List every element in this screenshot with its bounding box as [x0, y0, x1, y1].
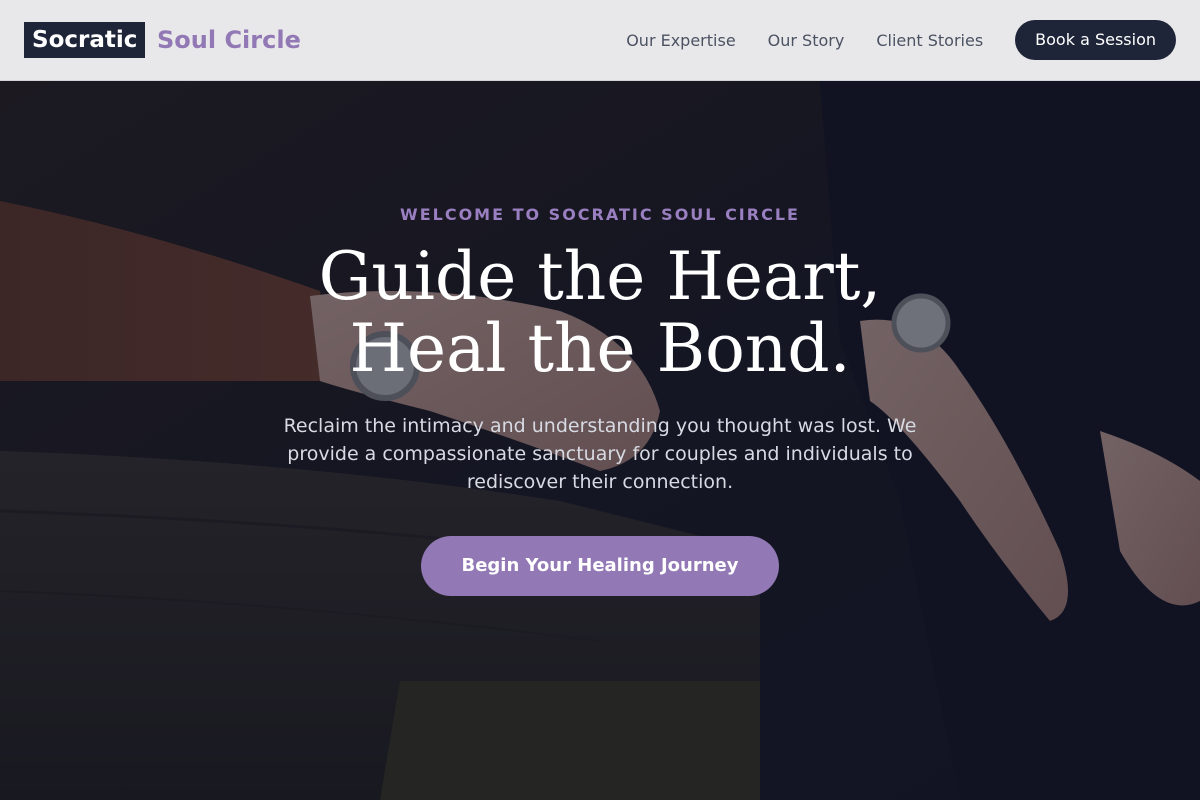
hero-headline: Guide the Heart, Heal the Bond. [0, 241, 1200, 385]
begin-journey-button[interactable]: Begin Your Healing Journey [421, 536, 779, 596]
book-session-button[interactable]: Book a Session [1015, 20, 1176, 60]
hero-headline-line-2: Heal the Bond. [349, 310, 851, 387]
hero-headline-line-1: Guide the Heart, [318, 238, 882, 315]
nav-link-client-stories[interactable]: Client Stories [876, 31, 983, 50]
logo-text[interactable]: Soul Circle [157, 22, 301, 58]
nav-link-our-story[interactable]: Our Story [768, 31, 845, 50]
hero-eyebrow: WELCOME TO SOCRATIC SOUL CIRCLE [400, 205, 800, 224]
site-header: Socratic Soul Circle Our Expertise Our S… [0, 0, 1200, 81]
logo-mark[interactable]: Socratic [24, 22, 146, 58]
hero-section: WELCOME TO SOCRATIC SOUL CIRCLE Guide th… [0, 81, 1200, 800]
main-nav: Our Expertise Our Story Client Stories B… [626, 20, 1176, 60]
nav-link-our-expertise[interactable]: Our Expertise [626, 31, 735, 50]
hero-subtext: Reclaim the intimacy and understanding y… [283, 415, 917, 493]
